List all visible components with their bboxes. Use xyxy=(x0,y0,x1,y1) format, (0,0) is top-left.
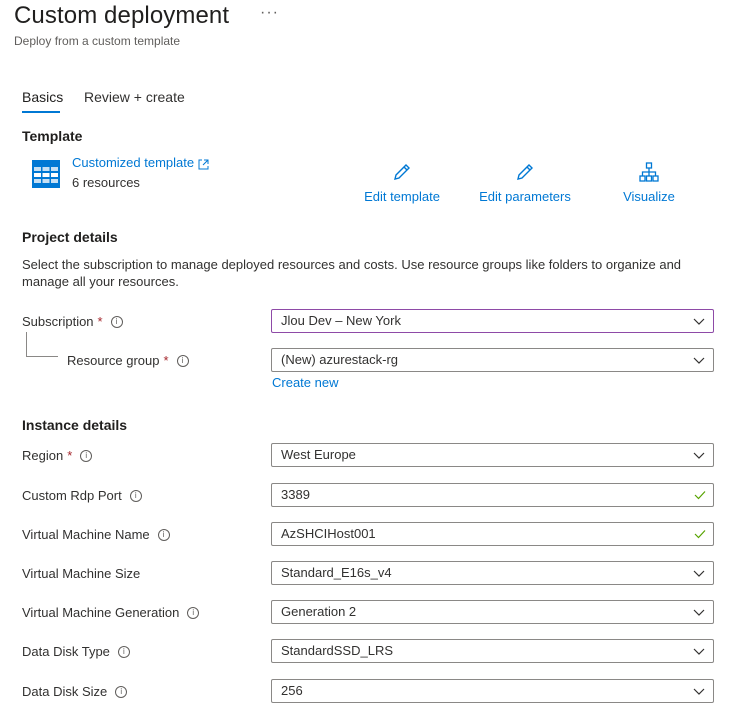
region-dropdown[interactable]: West Europe xyxy=(271,443,714,467)
resource-group-value: (New) azurestack-rg xyxy=(281,352,399,367)
chevron-down-icon xyxy=(693,648,705,655)
tab-basics[interactable]: Basics xyxy=(22,89,63,105)
data-disk-size-label: Data Disk Size i xyxy=(22,684,128,699)
subscription-label: Subscription * i xyxy=(22,314,123,329)
resource-count: 6 resources xyxy=(72,175,140,190)
tree-connector-vertical xyxy=(26,332,27,356)
edit-template-label[interactable]: Edit template xyxy=(347,189,457,204)
vm-size-dropdown[interactable]: Standard_E16s_v4 xyxy=(271,561,714,585)
region-value: West Europe xyxy=(281,447,356,462)
chevron-down-icon xyxy=(693,452,705,459)
customized-template-link[interactable]: Customized template xyxy=(72,155,209,170)
vm-generation-dropdown[interactable]: Generation 2 xyxy=(271,600,714,624)
info-icon[interactable]: i xyxy=(176,354,189,367)
project-description: Select the subscription to manage deploy… xyxy=(22,257,682,289)
edit-template-button[interactable]: Edit template xyxy=(347,162,457,204)
chevron-down-icon xyxy=(693,318,705,325)
resource-group-label: Resource group * i xyxy=(67,353,189,368)
customized-template-label[interactable]: Customized template xyxy=(72,155,194,170)
data-disk-type-label-text: Data Disk Type xyxy=(22,644,110,659)
vm-name-label-text: Virtual Machine Name xyxy=(22,527,150,542)
data-disk-type-dropdown[interactable]: StandardSSD_LRS xyxy=(271,639,714,663)
pencil-icon xyxy=(394,164,410,180)
vm-generation-label-text: Virtual Machine Generation xyxy=(22,605,180,620)
data-disk-size-label-text: Data Disk Size xyxy=(22,684,108,699)
tab-review-create[interactable]: Review + create xyxy=(84,89,185,105)
resource-group-dropdown[interactable]: (New) azurestack-rg xyxy=(271,348,714,372)
chevron-down-icon xyxy=(693,688,705,695)
required-marker: * xyxy=(163,353,169,368)
info-icon[interactable]: i xyxy=(80,449,93,462)
pencil-icon xyxy=(517,164,533,180)
table-grid-icon xyxy=(32,160,60,188)
required-marker: * xyxy=(97,314,103,329)
resource-group-label-text: Resource group xyxy=(67,353,160,368)
data-disk-type-label: Data Disk Type i xyxy=(22,644,130,659)
data-disk-type-value: StandardSSD_LRS xyxy=(281,643,394,658)
data-disk-size-value: 256 xyxy=(281,683,303,698)
vm-size-value: Standard_E16s_v4 xyxy=(281,565,392,580)
vm-generation-value: Generation 2 xyxy=(281,604,357,619)
chevron-down-icon xyxy=(693,357,705,364)
page-title: Custom deployment xyxy=(14,2,230,29)
vm-name-label: Virtual Machine Name i xyxy=(22,527,170,542)
vm-size-label: Virtual Machine Size xyxy=(22,566,140,581)
info-icon[interactable]: i xyxy=(129,489,142,502)
vm-generation-label: Virtual Machine Generation i xyxy=(22,605,200,620)
required-marker: * xyxy=(67,448,73,463)
visualize-label[interactable]: Visualize xyxy=(594,189,704,204)
hierarchy-icon xyxy=(639,162,659,182)
active-tab-indicator xyxy=(22,111,60,113)
vm-name-input[interactable]: AzSHCIHost001 xyxy=(271,522,714,546)
checkmark-icon xyxy=(694,530,706,539)
info-icon[interactable]: i xyxy=(187,606,200,619)
external-link-icon xyxy=(198,157,209,170)
checkmark-icon xyxy=(694,491,706,500)
subscription-dropdown[interactable]: Jlou Dev – New York xyxy=(271,309,714,333)
vm-size-label-text: Virtual Machine Size xyxy=(22,566,141,581)
create-new-link[interactable]: Create new xyxy=(272,375,338,390)
region-label: Region * i xyxy=(22,448,93,463)
page-subtitle: Deploy from a custom template xyxy=(14,34,181,48)
rdp-port-label-text: Custom Rdp Port xyxy=(22,488,122,503)
rdp-port-label: Custom Rdp Port i xyxy=(22,488,142,503)
info-icon[interactable]: i xyxy=(110,315,123,328)
info-icon[interactable]: i xyxy=(117,645,130,658)
rdp-port-value: 3389 xyxy=(281,487,310,502)
tree-connector-horizontal xyxy=(26,356,58,357)
more-options-button[interactable]: ··· xyxy=(260,4,279,22)
chevron-down-icon xyxy=(693,609,705,616)
chevron-down-icon xyxy=(693,570,705,577)
template-heading: Template xyxy=(22,128,83,144)
vm-name-value: AzSHCIHost001 xyxy=(281,526,376,541)
data-disk-size-dropdown[interactable]: 256 xyxy=(271,679,714,703)
edit-parameters-button[interactable]: Edit parameters xyxy=(470,162,580,204)
info-icon[interactable]: i xyxy=(115,685,128,698)
subscription-value: Jlou Dev – New York xyxy=(281,313,401,328)
subscription-label-text: Subscription xyxy=(22,314,94,329)
rdp-port-input[interactable]: 3389 xyxy=(271,483,714,507)
edit-parameters-label[interactable]: Edit parameters xyxy=(470,189,580,204)
info-icon[interactable]: i xyxy=(157,528,170,541)
visualize-button[interactable]: Visualize xyxy=(594,162,704,204)
region-label-text: Region xyxy=(22,448,64,463)
instance-details-heading: Instance details xyxy=(22,417,128,433)
project-details-heading: Project details xyxy=(22,229,118,245)
